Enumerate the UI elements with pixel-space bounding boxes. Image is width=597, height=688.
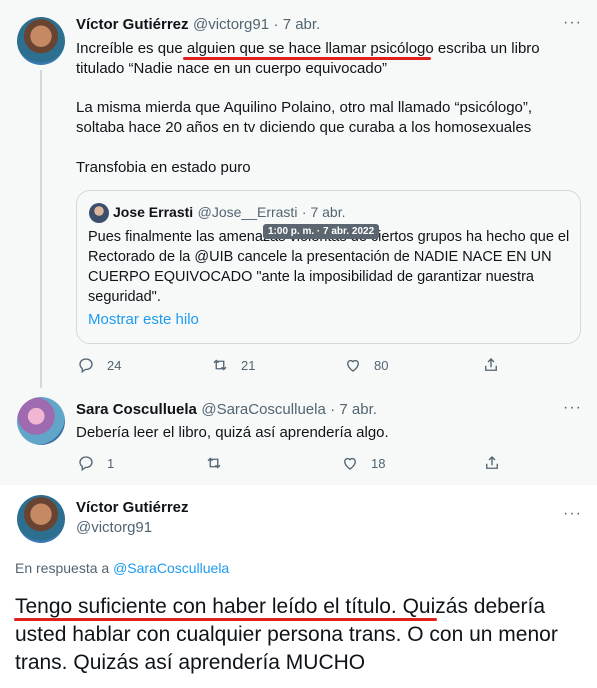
like-button[interactable]: 18 [341,454,385,472]
reply-context: En respuesta a @SaraCosculluela [15,560,229,576]
reply-prefix: En respuesta a [15,560,114,576]
quoted-tweet[interactable]: Jose Errasti @Jose__Errasti · 7 abr. Pue… [76,190,581,344]
reply-icon [79,358,93,374]
share-button[interactable] [482,356,512,374]
tweet-2[interactable]: Sara Cosculluela @SaraCosculluela · 7 ab… [0,388,597,485]
more-options-icon[interactable]: ··· [563,14,582,32]
author-handle[interactable]: @victorg91 [193,16,269,33]
quote-text: Pues finalmente las amenazas violentas d… [88,229,570,305]
show-thread-link[interactable]: Mostrar este hilo [88,311,199,328]
like-button[interactable]: 80 [344,356,388,374]
retweet-icon [213,359,227,371]
thread-line [40,70,42,388]
author-name[interactable]: Víctor Gutiérrez [76,16,189,33]
heart-icon [344,457,356,470]
reply-icon [79,456,93,472]
tweet-paragraph-3: Transfobia en estado puro [76,159,251,176]
share-button[interactable] [483,454,513,472]
avatar[interactable] [17,495,65,543]
author-handle[interactable]: @victorg91 [76,519,152,536]
retweet-button[interactable] [205,454,235,472]
author-name[interactable]: Sara Cosculluela [76,401,197,418]
tweet-text-start: Increíble es que [76,40,187,57]
avatar[interactable] [17,397,65,445]
share-icon [485,358,497,371]
reply-count: 1 [107,455,115,471]
tweet-date[interactable]: · 7 abr. [330,401,377,418]
tweet-text: Tengo suficiente con haber leído el títu… [15,593,585,677]
like-count: 80 [374,357,389,373]
more-options-icon[interactable]: ··· [563,399,582,417]
share-icon [486,456,498,469]
author-handle[interactable]: @SaraCosculluela [201,401,325,418]
more-options-icon[interactable]: ··· [563,505,582,523]
avatar[interactable] [17,17,65,65]
tweet-text-highlight: Tengo suficiente con haber leído el títu… [15,595,397,618]
quote-author-name[interactable]: Jose Errasti [113,204,193,220]
retweet-count: 21 [241,357,256,373]
tweet-text: Debería leer el libro, quizá así aprende… [76,424,389,441]
reply-to-link[interactable]: @SaraCosculluela [113,560,229,576]
timestamp-tooltip: 1:00 p. m. · 7 abr. 2022 [263,224,380,239]
tweet-1[interactable]: Víctor Gutiérrez @victorg91 · 7 abr. ···… [0,0,597,388]
author-name[interactable]: Víctor Gutiérrez [76,499,189,516]
red-underline-annotation [183,57,431,60]
quote-author-handle[interactable]: @Jose__Errasti [198,204,298,220]
reply-count: 24 [107,357,122,373]
avatar[interactable] [89,203,109,223]
retweet-icon [207,457,221,469]
red-underline-annotation [14,618,437,621]
like-count: 18 [371,455,386,471]
reply-button[interactable]: 24 [77,356,121,374]
tweet-text-highlight: alguien que se hace llamar psicólogo [186,40,434,57]
tweet-3[interactable]: Víctor Gutiérrez @victorg91 ··· En respu… [0,485,597,688]
quote-date[interactable]: · 7 abr. [302,204,346,220]
tweet-date[interactable]: · 7 abr. [274,16,321,33]
heart-icon [347,359,359,372]
retweet-button[interactable]: 21 [211,356,255,374]
reply-button[interactable]: 1 [77,454,114,472]
tweet-paragraph-2: La misma mierda que Aquilino Polaino, ot… [76,99,533,136]
